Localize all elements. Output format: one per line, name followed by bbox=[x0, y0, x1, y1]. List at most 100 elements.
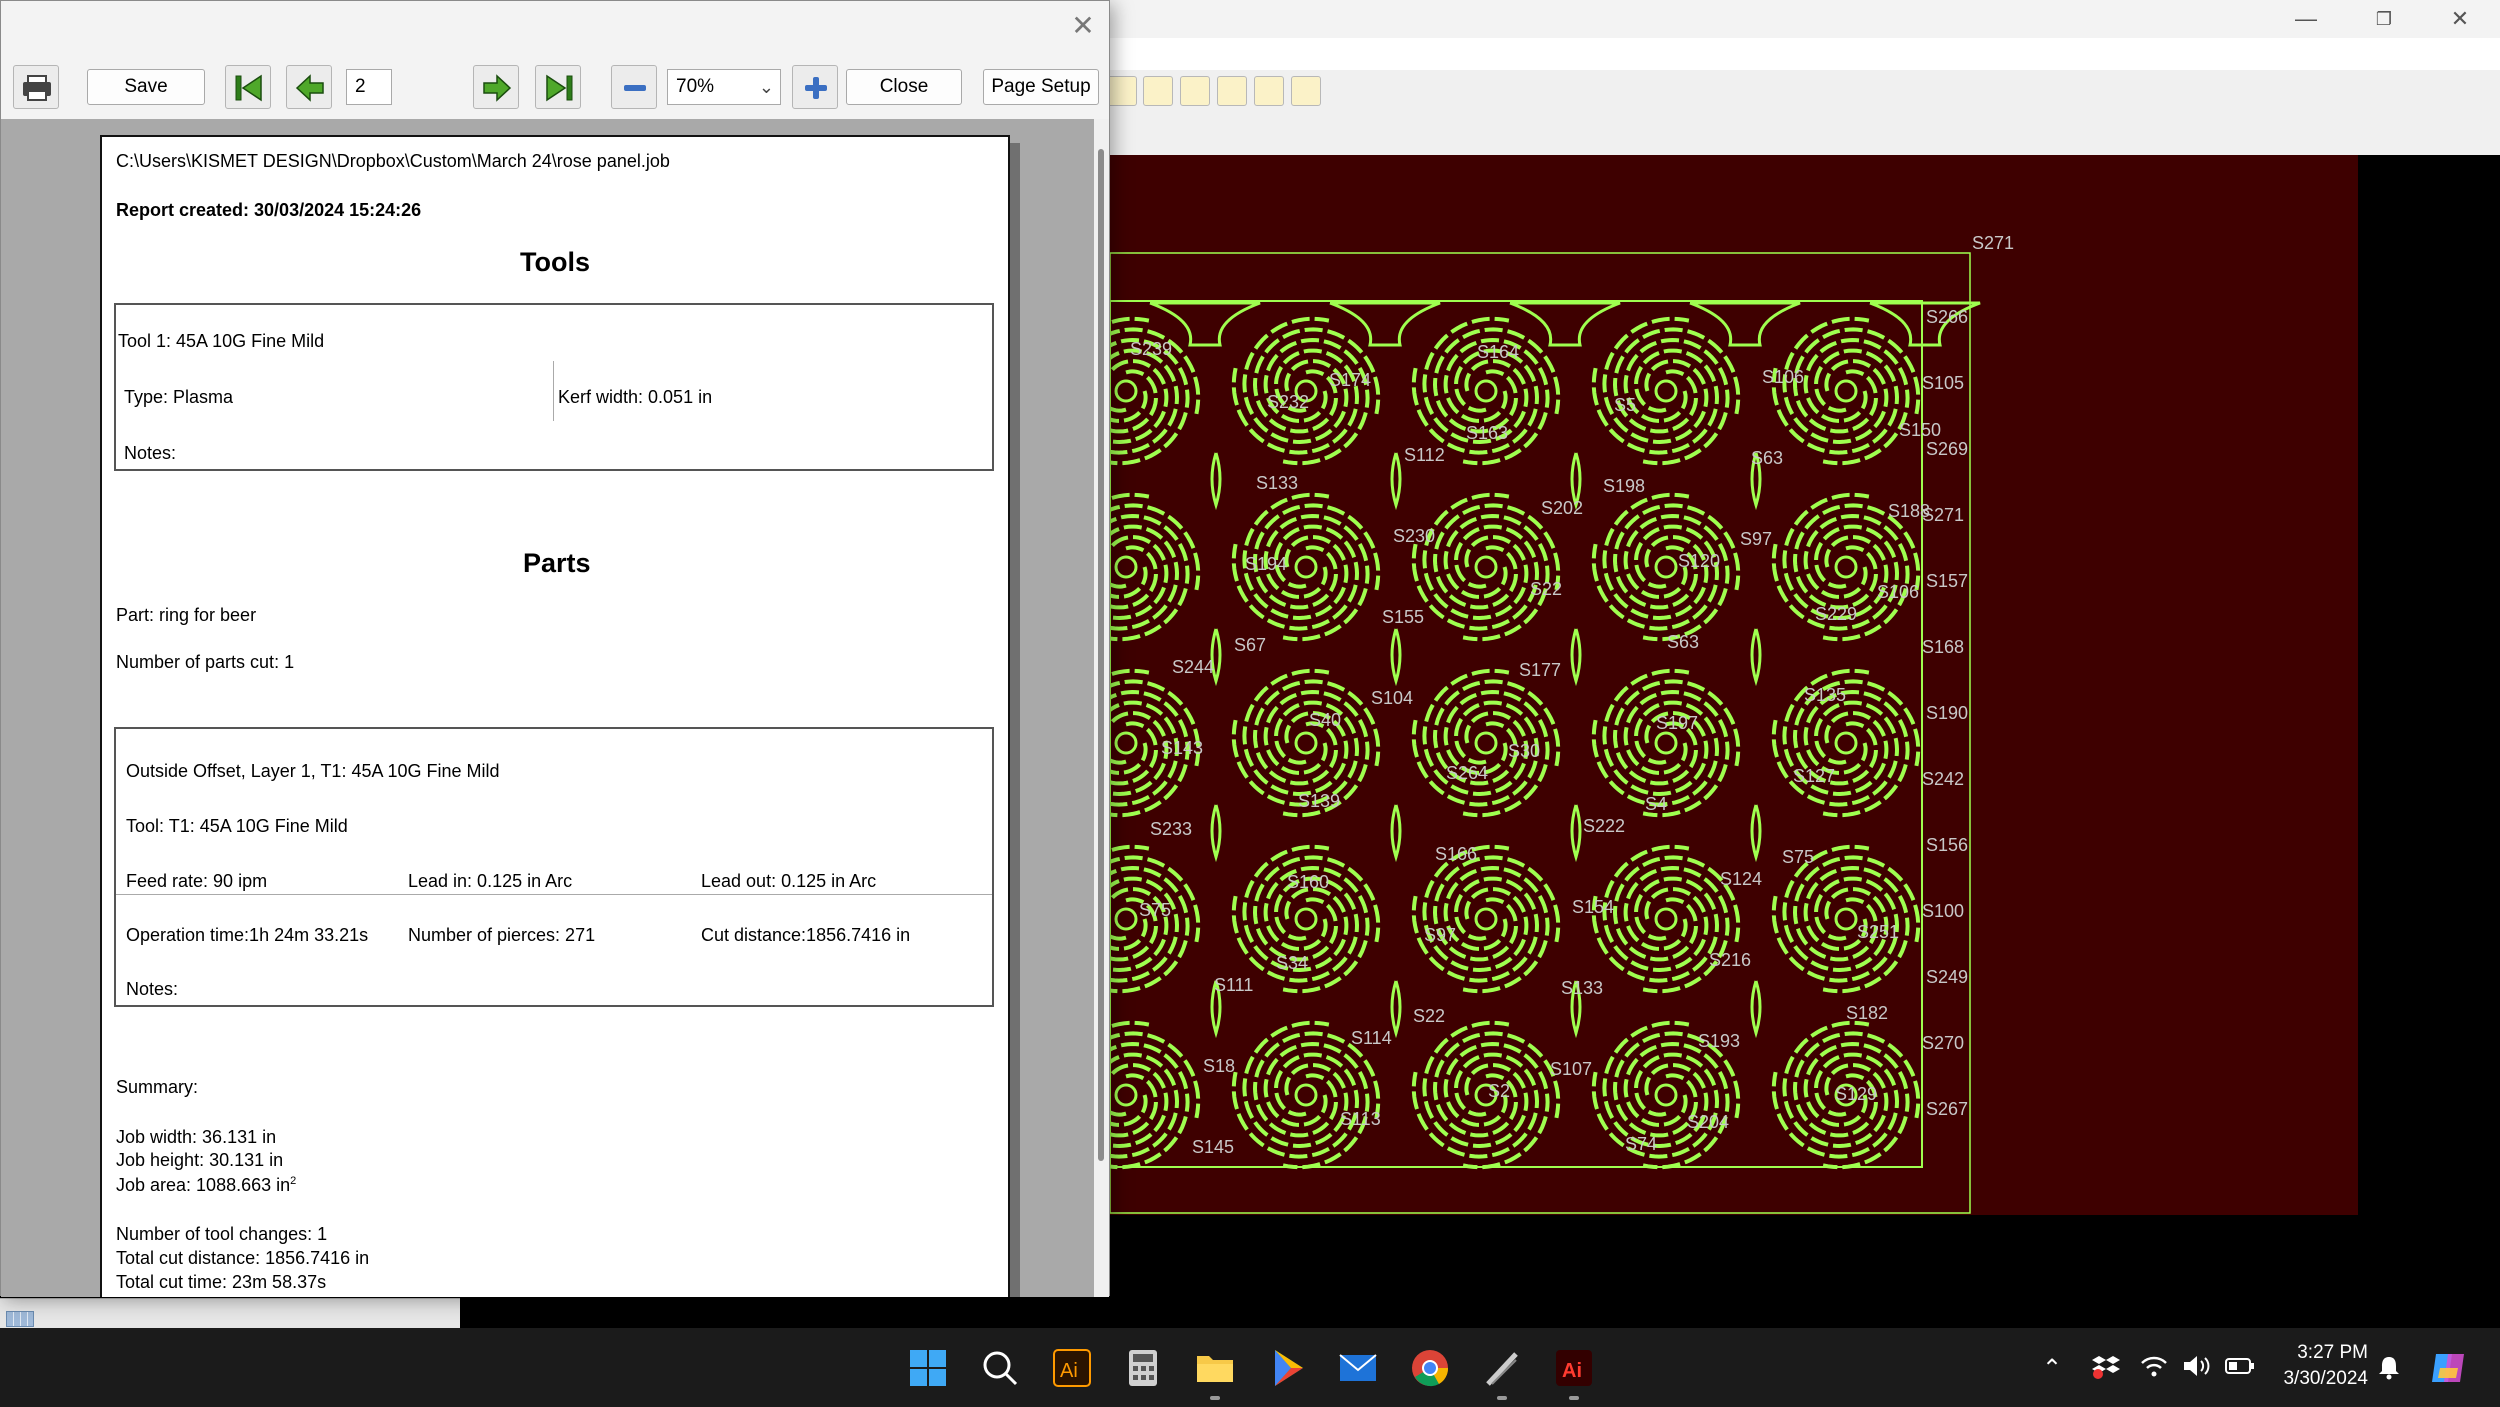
illustrator-active-icon[interactable]: Ai bbox=[1552, 1346, 1596, 1400]
vertical-scrollbar[interactable] bbox=[1094, 119, 1109, 1297]
copilot-icon[interactable] bbox=[2428, 1348, 2468, 1395]
page-setup-button[interactable]: Page Setup bbox=[983, 69, 1099, 105]
part-label: S145 bbox=[1192, 1137, 1234, 1157]
next-page-button[interactable] bbox=[473, 65, 519, 109]
part-label: S155 bbox=[1382, 607, 1424, 627]
part-label: S270 bbox=[1922, 1033, 1964, 1053]
part-label: S104 bbox=[1371, 688, 1413, 708]
part-label: S216 bbox=[1709, 950, 1751, 970]
part-label: S166 bbox=[1435, 844, 1477, 864]
part-label: S193 bbox=[1698, 1031, 1740, 1051]
dropbox-icon[interactable] bbox=[2092, 1354, 2120, 1387]
zoom-in-button[interactable] bbox=[792, 65, 838, 109]
minimize-button[interactable]: — bbox=[2282, 4, 2330, 34]
battery-icon[interactable] bbox=[2224, 1354, 2256, 1385]
arrow-left-icon bbox=[295, 74, 324, 102]
diamond-cut bbox=[1570, 804, 1582, 863]
part-label: S133 bbox=[1561, 978, 1603, 998]
part-label: S182 bbox=[1846, 1003, 1888, 1023]
last-page-button[interactable] bbox=[535, 65, 581, 109]
zoom-window-icon[interactable] bbox=[1217, 76, 1247, 106]
page-number-input[interactable]: 2 bbox=[346, 69, 392, 105]
report-page: C:\Users\KISMET DESIGN\Dropbox\Custom\Ma… bbox=[100, 135, 1010, 1297]
rotate-view-icon[interactable] bbox=[1107, 76, 1137, 106]
zoom-selection-icon[interactable] bbox=[1254, 76, 1284, 106]
diamond-cut bbox=[1750, 804, 1762, 863]
rose-spiral-cut bbox=[1110, 492, 1169, 621]
part-label: S114 bbox=[1351, 1028, 1392, 1048]
zoom-out-button[interactable] bbox=[611, 65, 657, 109]
running-indicator bbox=[1210, 1396, 1220, 1400]
zoom-dropdown[interactable]: 70% ⌄ bbox=[667, 69, 781, 105]
maximize-button[interactable]: ❐ bbox=[2360, 4, 2408, 34]
chevron-up-icon[interactable]: ⌃ bbox=[2042, 1354, 2062, 1383]
part-label: S97 bbox=[1740, 529, 1772, 549]
first-page-icon bbox=[235, 74, 262, 102]
tools-heading: Tools bbox=[520, 247, 590, 277]
svg-text:Ai: Ai bbox=[1060, 1360, 1078, 1382]
rose-center-cut bbox=[1834, 907, 1858, 931]
preview-area[interactable]: C:\Users\KISMET DESIGN\Dropbox\Custom\Ma… bbox=[1, 119, 1094, 1297]
windows-start-icon[interactable] bbox=[906, 1346, 950, 1390]
zoom-all-icon[interactable] bbox=[1180, 76, 1210, 106]
play-store-icon[interactable] bbox=[1265, 1346, 1309, 1390]
print-button[interactable] bbox=[13, 65, 59, 109]
part-label: S112 bbox=[1404, 445, 1445, 465]
arrow-right-icon bbox=[483, 74, 512, 102]
top-scallop-cut bbox=[1689, 301, 1801, 347]
save-button[interactable]: Save bbox=[87, 69, 205, 105]
cad-drawing-canvas[interactable]: S271 S266 S105 S269 S271 S157 S168 S190 S242 S156… bbox=[1110, 155, 2358, 1215]
job-height: Job height: 30.131 in bbox=[116, 1150, 284, 1170]
diamond-cut bbox=[1390, 980, 1402, 1039]
close-icon[interactable]: ✕ bbox=[1066, 9, 1100, 43]
diamond-cut bbox=[1750, 628, 1762, 687]
zoom-in-icon[interactable] bbox=[1143, 76, 1173, 106]
rose-center-cut bbox=[1654, 907, 1678, 931]
part-label: S197 bbox=[1656, 713, 1698, 733]
part-label: S97 bbox=[1424, 925, 1456, 945]
preview-toolbar: Save 2 70% ⌄ Close Page Setup bbox=[1, 57, 1109, 117]
clock-time[interactable]: 3:27 PM bbox=[2288, 1342, 2368, 1364]
search-icon[interactable] bbox=[978, 1346, 1022, 1390]
part-label: S190 bbox=[1926, 703, 1968, 723]
rose-center-cut bbox=[1654, 379, 1678, 403]
table-view-icon[interactable] bbox=[6, 1311, 34, 1327]
rose-center-cut bbox=[1114, 731, 1138, 755]
running-indicator bbox=[1569, 1396, 1579, 1400]
part-label: S266 bbox=[1926, 307, 1968, 327]
pierce-count: Number of pierces: 271 bbox=[408, 925, 596, 945]
diamond-cut bbox=[1570, 628, 1582, 687]
wifi-icon[interactable] bbox=[2140, 1354, 2168, 1385]
part-label: S242 bbox=[1922, 769, 1964, 789]
rose-center-cut bbox=[1834, 379, 1858, 403]
mail-icon[interactable] bbox=[1336, 1346, 1380, 1390]
first-page-button[interactable] bbox=[225, 65, 271, 109]
chrome-icon[interactable] bbox=[1408, 1346, 1452, 1390]
pan-view-icon[interactable] bbox=[1291, 76, 1321, 106]
notification-bell-icon[interactable] bbox=[2376, 1354, 2402, 1387]
calculator-icon[interactable] bbox=[1121, 1346, 1165, 1390]
volume-icon[interactable] bbox=[2182, 1354, 2212, 1385]
illustrator-icon[interactable]: Ai bbox=[1050, 1346, 1094, 1390]
part-label: S222 bbox=[1583, 816, 1625, 836]
pen-tool-icon[interactable] bbox=[1480, 1346, 1524, 1400]
plus-icon bbox=[805, 77, 827, 99]
rose-center-cut bbox=[1474, 907, 1498, 931]
scrollbar-thumb[interactable] bbox=[1098, 149, 1104, 1161]
clock-date[interactable]: 3/30/2024 bbox=[2260, 1368, 2368, 1390]
row-divider bbox=[116, 894, 992, 895]
rose-center-cut bbox=[1114, 1083, 1138, 1107]
part-label: S163 bbox=[1466, 423, 1508, 443]
part-label: S174 bbox=[1329, 370, 1371, 390]
diamond-cut bbox=[1210, 452, 1222, 511]
close-window-button[interactable]: ✕ bbox=[2436, 4, 2484, 34]
part-label: S74 bbox=[1625, 1134, 1657, 1154]
tool-notes: Notes: bbox=[124, 443, 177, 463]
file-explorer-icon[interactable] bbox=[1193, 1346, 1237, 1400]
close-button[interactable]: Close bbox=[846, 69, 962, 105]
part-label: S75 bbox=[1139, 900, 1171, 920]
cut-distance: Cut distance:1856.7416 in bbox=[701, 925, 911, 945]
previous-page-button[interactable] bbox=[286, 65, 332, 109]
part-label: S202 bbox=[1541, 498, 1583, 518]
diamond-cut bbox=[1390, 804, 1402, 863]
